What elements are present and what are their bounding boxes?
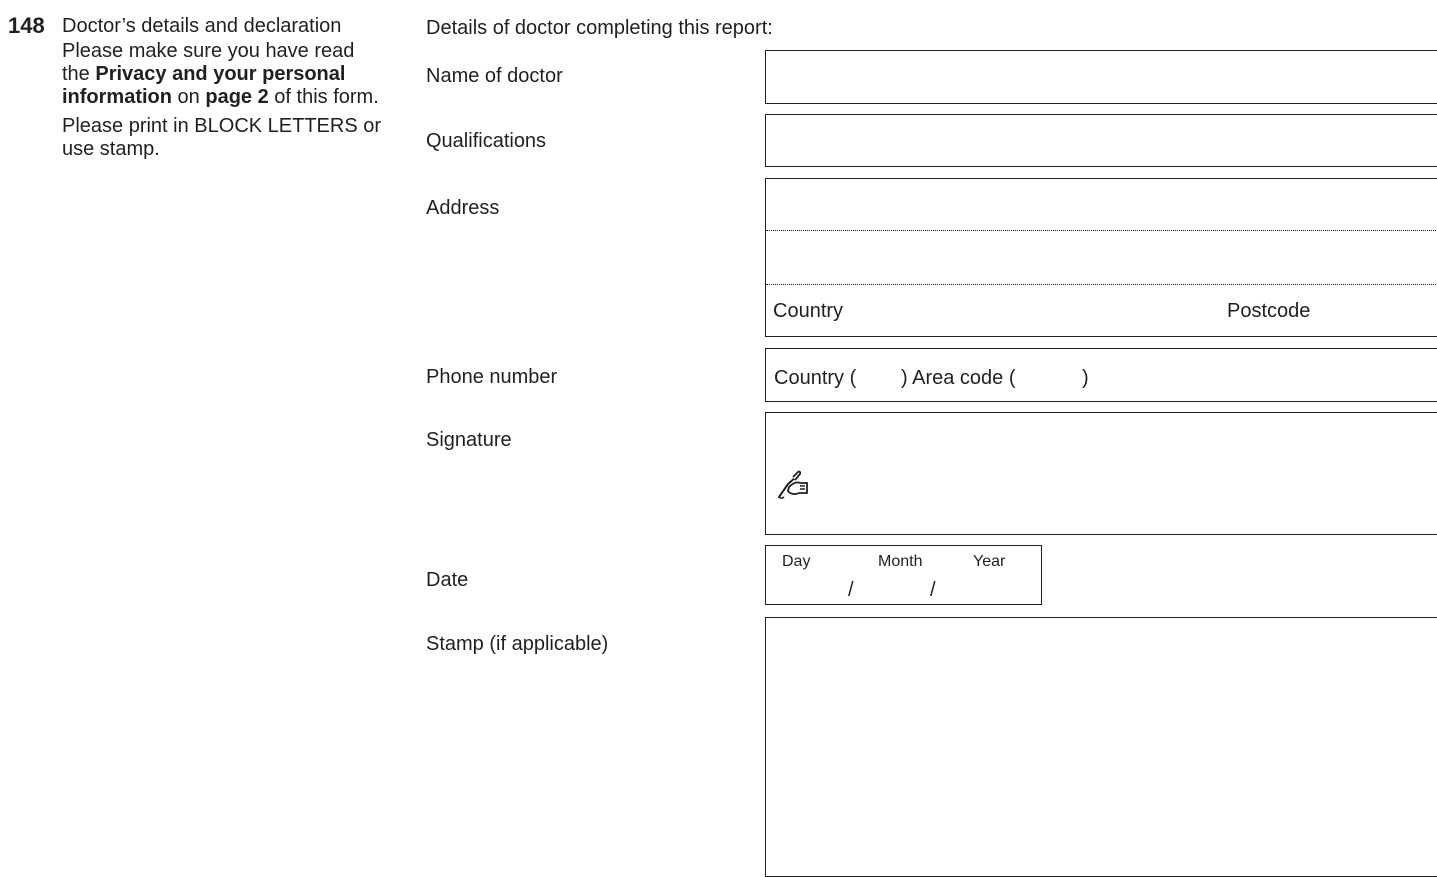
qualifications-field[interactable] [765,114,1437,167]
year-label: Year [973,553,1006,570]
privacy-instruction: Please make sure you have read the Priva… [62,40,382,109]
phone-area-suffix: ) [1082,367,1089,389]
form-intro: Details of doctor completing this report… [426,17,773,39]
signature-label: Signature [426,429,512,451]
stamp-area[interactable] [765,617,1437,877]
block-letters-instruction: Please print in BLOCK LETTERS or use sta… [62,115,382,160]
phone-country-prefix: Country ( [774,367,857,389]
date-field[interactable]: Day Month Year / / [765,545,1042,605]
postcode-label: Postcode [1227,300,1311,322]
address-label: Address [426,197,500,219]
address-field[interactable]: Country Postcode [765,178,1437,337]
name-label: Name of doctor [426,65,563,87]
stamp-label: Stamp (if applicable) [426,633,609,655]
page-reference: page 2 [205,86,269,108]
address-divider [766,230,1437,231]
instructions: Please make sure you have read the Priva… [62,40,382,161]
instruction-text: of this form. [268,86,379,108]
signature-field[interactable] [765,412,1437,535]
phone-label: Phone number [426,366,558,388]
question-number: 148 [8,13,45,38]
country-label: Country [773,300,844,322]
date-label: Date [426,569,469,591]
instruction-text: on [172,86,206,108]
name-of-doctor-field[interactable] [765,50,1437,104]
date-separator: / [848,579,854,601]
phone-area-code: ) Area code ( [901,365,1016,391]
qualifications-label: Qualifications [426,130,547,152]
phone-number-field[interactable]: Country ( ) Area code ( ) [765,348,1437,402]
month-label: Month [878,553,923,570]
phone-area-prefix: ) Area code ( [901,367,1016,389]
pen-hand-icon [778,470,808,499]
date-separator: / [930,579,936,601]
day-label: Day [782,553,811,570]
section-title: Doctor’s details and declaration [62,15,342,37]
phone-country-code: Country ( [774,365,856,391]
address-divider [766,284,1437,285]
